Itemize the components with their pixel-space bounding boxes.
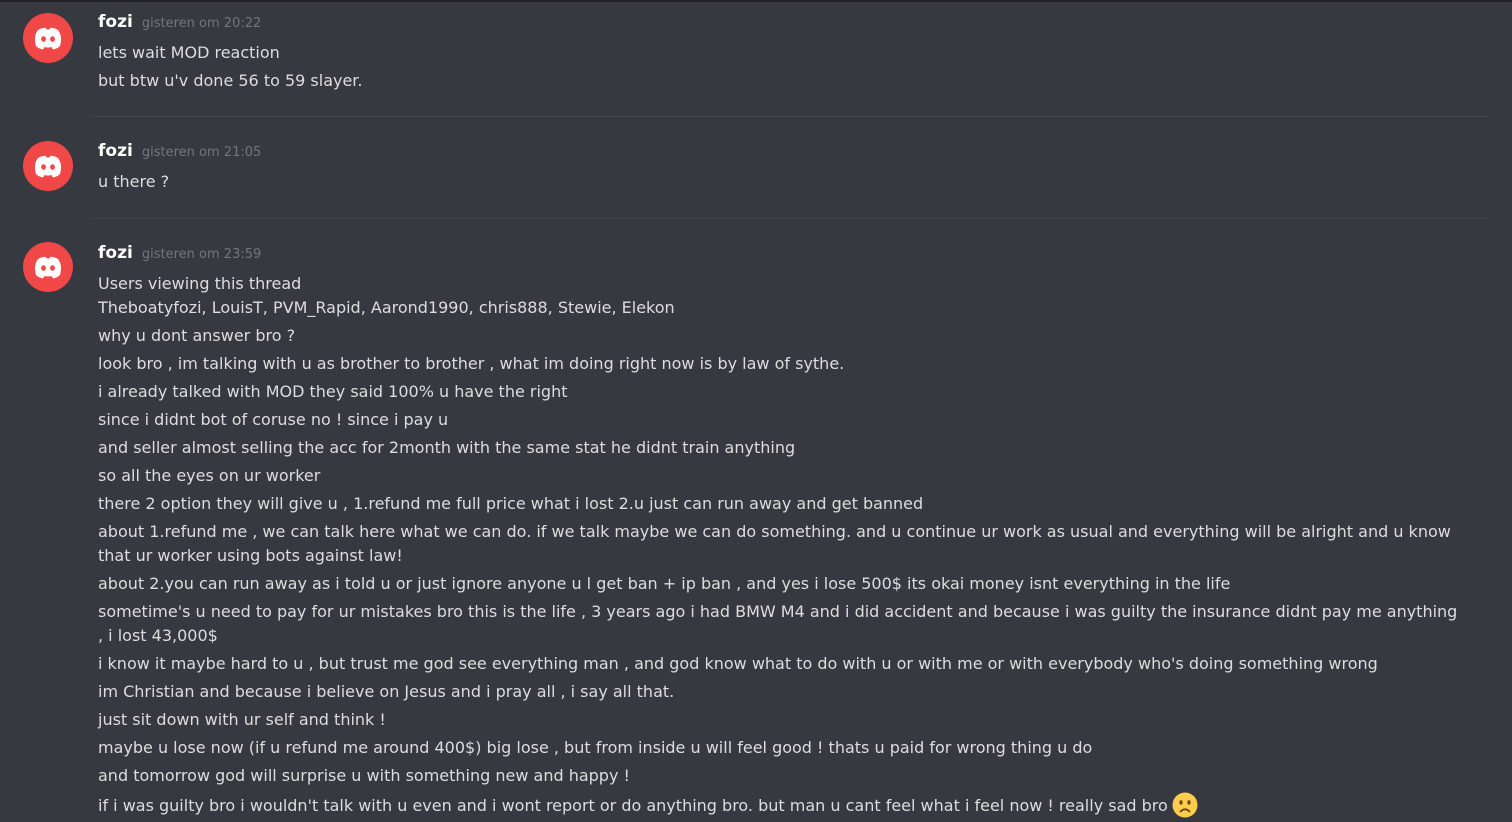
message-line: and seller almost selling the acc for 2m…: [98, 438, 796, 457]
message-line: there 2 option they will give u , 1.refu…: [98, 494, 924, 513]
avatar[interactable]: [23, 242, 73, 292]
message-line: Users viewing this thread: [98, 274, 302, 293]
message-line: about 2.you can run away as i told u or …: [98, 574, 1231, 593]
message-line: since i didnt bot of coruse no ! since i…: [98, 410, 449, 429]
timestamp: gisteren om 20:22: [141, 16, 262, 31]
message-line: maybe u lose now (if u refund me around …: [98, 738, 1093, 757]
message-line: and tomorrow god will surprise u with so…: [98, 766, 630, 785]
username[interactable]: fozi: [98, 141, 133, 161]
message-line: about 1.refund me , we can talk here wha…: [98, 522, 1451, 565]
message-line: im Christian and because i believe on Je…: [98, 682, 675, 701]
message-line: look bro , im talking with u as brother …: [98, 354, 845, 373]
message-header: fozi gisteren om 21:05: [98, 141, 261, 161]
message-header: fozi gisteren om 23:59: [98, 243, 261, 263]
avatar[interactable]: [23, 141, 73, 191]
timestamp: gisteren om 23:59: [141, 247, 262, 262]
message-line: lets wait MOD reaction: [98, 43, 280, 62]
message-divider: [92, 218, 1488, 219]
message-line: i know it maybe hard to u , but trust me…: [98, 654, 1378, 673]
message-line-with-emoji: if i was guilty bro i wouldn't talk with…: [98, 792, 1458, 818]
chat-message-list[interactable]: fozi gisteren om 20:22 lets wait MOD rea…: [0, 0, 1512, 822]
message-line: why u dont answer bro ?: [98, 326, 296, 345]
message-line-text: if i was guilty bro i wouldn't talk with…: [98, 796, 1168, 815]
discord-logo-icon: [34, 27, 62, 50]
discord-logo-icon: [34, 256, 62, 279]
username[interactable]: fozi: [98, 243, 133, 263]
frowning-face-icon: [1172, 792, 1198, 818]
discord-logo-icon: [34, 155, 62, 178]
message-line: so all the eyes on ur worker: [98, 466, 321, 485]
message-line: Theboatyfozi, LouisT, PVM_Rapid, Aarond1…: [98, 298, 675, 317]
message-line: just sit down with ur self and think !: [98, 710, 386, 729]
message-header: fozi gisteren om 20:22: [98, 12, 261, 32]
message-line: i already talked with MOD they said 100%…: [98, 382, 568, 401]
message-line: but btw u'v done 56 to 59 slayer.: [98, 71, 363, 90]
message-divider: [92, 116, 1488, 117]
avatar[interactable]: [23, 13, 73, 63]
timestamp: gisteren om 21:05: [141, 145, 262, 160]
username[interactable]: fozi: [98, 12, 133, 32]
message-line: u there ?: [98, 172, 170, 191]
message-line: sometime's u need to pay for ur mistakes…: [98, 602, 1458, 645]
